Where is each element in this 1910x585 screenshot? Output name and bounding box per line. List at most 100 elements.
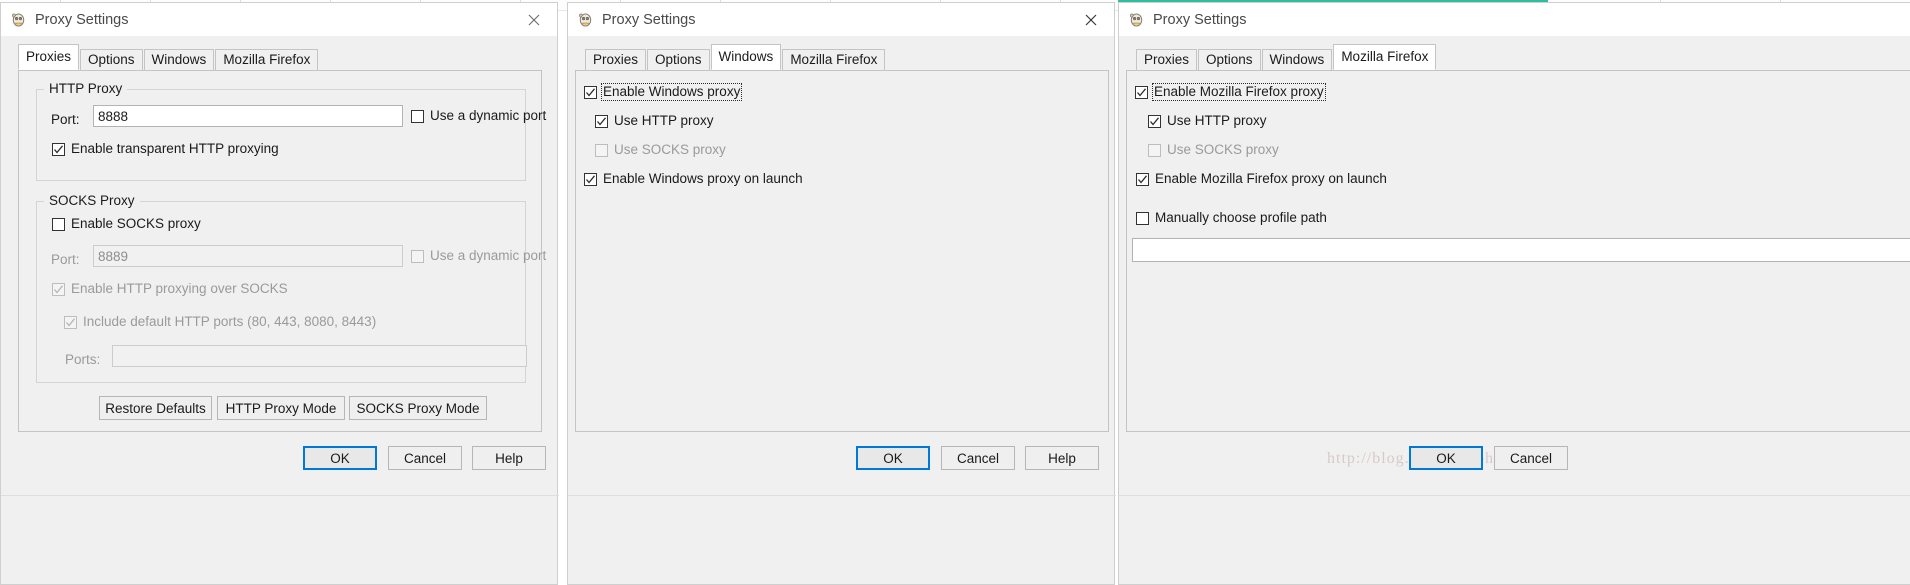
checkbox-box <box>52 217 65 231</box>
tab-mozilla-firefox[interactable]: Mozilla Firefox <box>215 49 319 71</box>
checkbox-box <box>52 142 65 156</box>
socks-port-label: Port: <box>51 252 80 267</box>
close-icon[interactable] <box>517 5 551 35</box>
use-http-proxy-checkbox[interactable]: Use HTTP proxy <box>1148 114 1267 128</box>
checkbox-box <box>595 114 608 128</box>
checkbox-box <box>1148 143 1161 157</box>
checkbox-label: Use HTTP proxy <box>1167 113 1267 128</box>
tab-options[interactable]: Options <box>647 49 710 71</box>
app-icon <box>10 11 27 28</box>
checkbox-box <box>411 109 424 123</box>
tab-mozilla-firefox[interactable]: Mozilla Firefox <box>1333 44 1437 70</box>
socks-proxy-group-title: SOCKS Proxy <box>44 193 140 208</box>
footer-separator <box>568 495 1116 496</box>
http-proxy-group-title: HTTP Proxy <box>44 81 128 96</box>
checkbox-label: Enable Mozilla Firefox proxy on launch <box>1155 171 1387 186</box>
help-button[interactable]: Help <box>1025 446 1099 470</box>
checkbox-label: Enable Mozilla Firefox proxy <box>1152 83 1326 101</box>
help-button[interactable]: Help <box>472 446 546 470</box>
checkbox-label: Use HTTP proxy <box>614 113 714 128</box>
use-socks-proxy-checkbox: Use SOCKS proxy <box>1148 143 1279 157</box>
http-proxy-mode-button[interactable]: HTTP Proxy Mode <box>217 396 345 420</box>
checkbox-box <box>411 249 424 263</box>
profile-path-input[interactable] <box>1132 238 1910 262</box>
titlebar: Proxy Settings <box>568 3 1114 36</box>
proxy-settings-dialog-proxies[interactable]: Proxy Settings Proxies Options Windows M… <box>0 2 559 585</box>
checkbox-label: Use a dynamic port <box>430 108 547 123</box>
enable-mozilla-firefox-proxy-checkbox[interactable]: Enable Mozilla Firefox proxy <box>1135 83 1326 101</box>
checkbox-label: Enable HTTP proxying over SOCKS <box>71 281 288 296</box>
include-default-http-ports-checkbox: Include default HTTP ports (80, 443, 808… <box>64 315 376 329</box>
tab-options[interactable]: Options <box>1198 49 1261 71</box>
tab-mozilla-firefox[interactable]: Mozilla Firefox <box>782 49 886 71</box>
http-port-input[interactable]: 8888 <box>93 105 403 127</box>
close-icon[interactable] <box>1074 5 1108 35</box>
titlebar: Proxy Settings <box>1 3 557 36</box>
socks-ports-input <box>112 345 527 367</box>
checkbox-box <box>1148 114 1161 128</box>
checkbox-label: Use SOCKS proxy <box>614 142 726 157</box>
tab-windows[interactable]: Windows <box>1261 49 1333 71</box>
tabstrip[interactable]: Proxies Options Windows Mozilla Firefox <box>1119 44 1910 71</box>
window-title: Proxy Settings <box>602 11 696 28</box>
socks-ports-label: Ports: <box>65 352 101 367</box>
footer-separator <box>1 495 559 496</box>
checkbox-label: Use SOCKS proxy <box>1167 142 1279 157</box>
tab-windows[interactable]: Windows <box>710 44 782 70</box>
app-icon <box>1128 11 1145 28</box>
checkbox-box <box>1135 85 1148 99</box>
tabstrip[interactable]: Proxies Options Windows Mozilla Firefox <box>1 44 559 71</box>
checkbox-box <box>52 282 65 296</box>
tab-proxies[interactable]: Proxies <box>585 49 647 71</box>
checkbox-box <box>64 315 77 329</box>
restore-defaults-button[interactable]: Restore Defaults <box>99 396 212 420</box>
ok-button[interactable]: OK <box>1409 446 1483 470</box>
enable-windows-proxy-checkbox[interactable]: Enable Windows proxy <box>584 83 743 101</box>
tab-options[interactable]: Options <box>80 49 143 71</box>
cancel-button[interactable]: Cancel <box>1494 446 1568 470</box>
proxy-settings-dialog-windows[interactable]: Proxy Settings Proxies Options Windows M… <box>567 2 1116 585</box>
transparent-http-proxying-checkbox[interactable]: Enable transparent HTTP proxying <box>52 142 279 156</box>
manually-choose-profile-path-checkbox[interactable]: Manually choose profile path <box>1136 211 1327 225</box>
socks-dynamic-port-checkbox: Use a dynamic port <box>411 249 546 263</box>
tab-proxies[interactable]: Proxies <box>18 44 80 70</box>
enable-windows-proxy-on-launch-checkbox[interactable]: Enable Windows proxy on launch <box>584 172 803 186</box>
checkbox-box <box>584 172 597 186</box>
cancel-button[interactable]: Cancel <box>388 446 462 470</box>
checkbox-label: Enable Windows proxy on launch <box>603 171 803 186</box>
ok-button[interactable]: OK <box>303 446 377 470</box>
checkbox-box <box>595 143 608 157</box>
enable-mozilla-firefox-proxy-on-launch-checkbox[interactable]: Enable Mozilla Firefox proxy on launch <box>1136 172 1387 186</box>
checkbox-label: Use a dynamic port <box>430 248 547 263</box>
http-port-label: Port: <box>51 112 80 127</box>
socks-port-input: 8889 <box>93 245 403 267</box>
checkbox-box <box>584 85 597 99</box>
http-dynamic-port-checkbox[interactable]: Use a dynamic port <box>411 109 546 123</box>
tab-content-windows: Enable Windows proxy Use HTTP proxy Use … <box>575 70 1109 432</box>
proxy-settings-dialog-mozilla-firefox[interactable]: Proxy Settings Proxies Options Windows M… <box>1118 2 1910 585</box>
socks-proxy-mode-button[interactable]: SOCKS Proxy Mode <box>349 396 487 420</box>
titlebar: Proxy Settings <box>1119 3 1910 36</box>
checkbox-label: Enable transparent HTTP proxying <box>71 141 279 156</box>
http-proxy-group <box>36 89 526 181</box>
app-icon <box>577 11 594 28</box>
checkbox-label: Include default HTTP ports (80, 443, 808… <box>83 314 377 329</box>
ok-button[interactable]: OK <box>856 446 930 470</box>
tab-content-proxies: HTTP Proxy Port: 8888 Use a dynamic port… <box>18 70 546 432</box>
checkbox-label: Enable Windows proxy <box>600 83 743 101</box>
tabstrip[interactable]: Proxies Options Windows Mozilla Firefox <box>568 44 1116 71</box>
tab-windows[interactable]: Windows <box>143 49 215 71</box>
window-title: Proxy Settings <box>1153 11 1247 28</box>
checkbox-label: Enable SOCKS proxy <box>71 216 201 231</box>
footer-separator <box>1119 495 1910 496</box>
checkbox-box <box>1136 211 1149 225</box>
window-title: Proxy Settings <box>35 11 129 28</box>
tab-proxies[interactable]: Proxies <box>1136 49 1198 71</box>
use-http-proxy-checkbox[interactable]: Use HTTP proxy <box>595 114 714 128</box>
cancel-button[interactable]: Cancel <box>941 446 1015 470</box>
checkbox-label: Manually choose profile path <box>1155 210 1327 225</box>
enable-socks-proxy-checkbox[interactable]: Enable SOCKS proxy <box>52 217 201 231</box>
use-socks-proxy-checkbox: Use SOCKS proxy <box>595 143 726 157</box>
http-proxying-over-socks-checkbox: Enable HTTP proxying over SOCKS <box>52 282 288 296</box>
checkbox-box <box>1136 172 1149 186</box>
